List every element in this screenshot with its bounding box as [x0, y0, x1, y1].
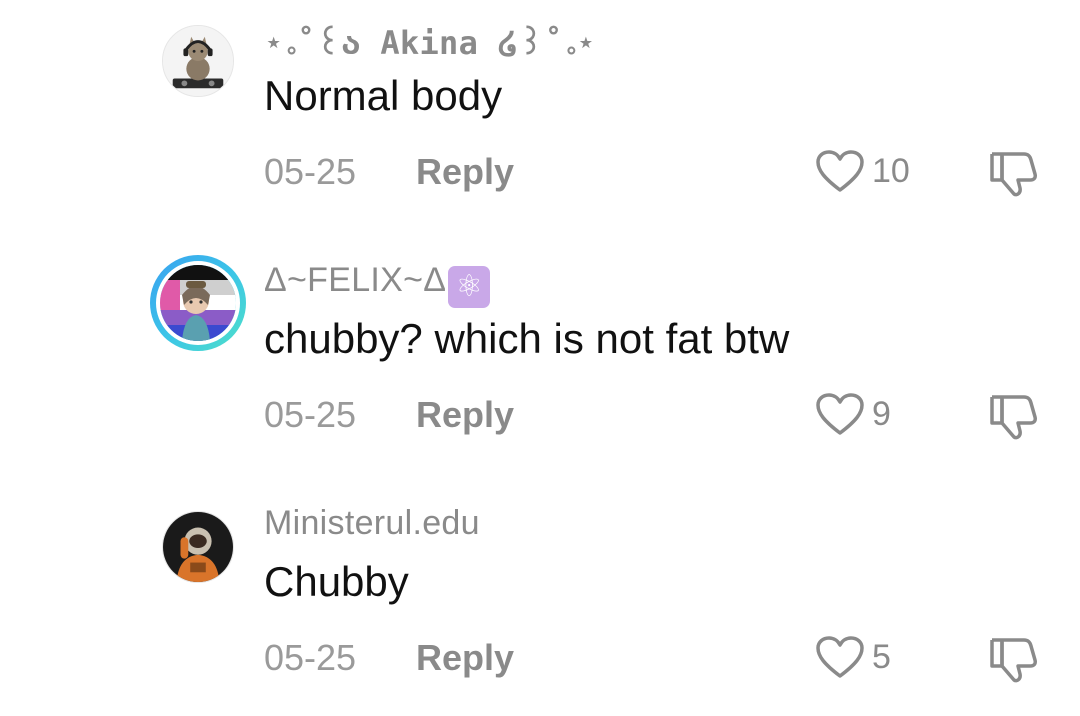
heart-icon [816, 150, 864, 192]
user-avatar[interactable] [162, 25, 234, 97]
user-avatar[interactable] [162, 511, 234, 583]
reply-button[interactable]: Reply [416, 394, 514, 436]
comment-username[interactable]: Δ~FELIX~Δ ⚛ [264, 261, 491, 308]
avatar-image [156, 261, 240, 345]
comment-date: 05-25 [264, 394, 357, 435]
dj-cat-avatar-icon [163, 26, 233, 96]
comment-item: Δ~FELIX~Δ ⚛ chubby? which is not fat btw … [0, 243, 1080, 473]
comment-item: Ministerul.edu Chubby 05-25 Reply 5 [0, 486, 1080, 716]
user-avatar[interactable] [150, 255, 246, 351]
reply-button[interactable]: Reply [416, 151, 514, 193]
comment-text: chubby? which is not fat btw [264, 315, 790, 362]
heart-icon [816, 393, 864, 435]
comment-item: ⋆｡˚꒰ა Akina ໒꒱˚｡⋆ Normal body 05-25 Repl… [0, 0, 1080, 230]
comment-date: 05-25 [264, 637, 357, 678]
like-count: 9 [872, 394, 891, 433]
like-button[interactable]: 10 [814, 148, 910, 194]
thumbs-down-icon [990, 152, 1037, 197]
dislike-button[interactable] [986, 634, 1040, 684]
comment-date: 05-25 [264, 151, 357, 192]
astronaut-avatar-icon [163, 512, 233, 582]
like-button[interactable]: 9 [814, 391, 891, 437]
like-count: 10 [872, 151, 910, 190]
thumbs-down-icon [990, 638, 1037, 683]
like-button[interactable]: 5 [814, 634, 891, 680]
comment-text: Normal body [264, 72, 503, 119]
heart-icon [816, 636, 864, 678]
comment-text: Chubby [264, 558, 409, 605]
thumbs-down-icon [990, 395, 1037, 440]
reply-button[interactable]: Reply [416, 637, 514, 679]
comment-username[interactable]: Ministerul.edu [264, 504, 480, 543]
username-text: Δ~FELIX~Δ [264, 261, 447, 299]
comment-username[interactable]: ⋆｡˚꒰ა Akina ໒꒱˚｡⋆ [264, 20, 596, 62]
dislike-button[interactable] [986, 148, 1040, 198]
like-count: 5 [872, 637, 891, 676]
dislike-button[interactable] [986, 391, 1040, 441]
atom-emoji-icon: ⚛ [448, 266, 491, 308]
anime-character-avatar-icon [160, 265, 236, 341]
